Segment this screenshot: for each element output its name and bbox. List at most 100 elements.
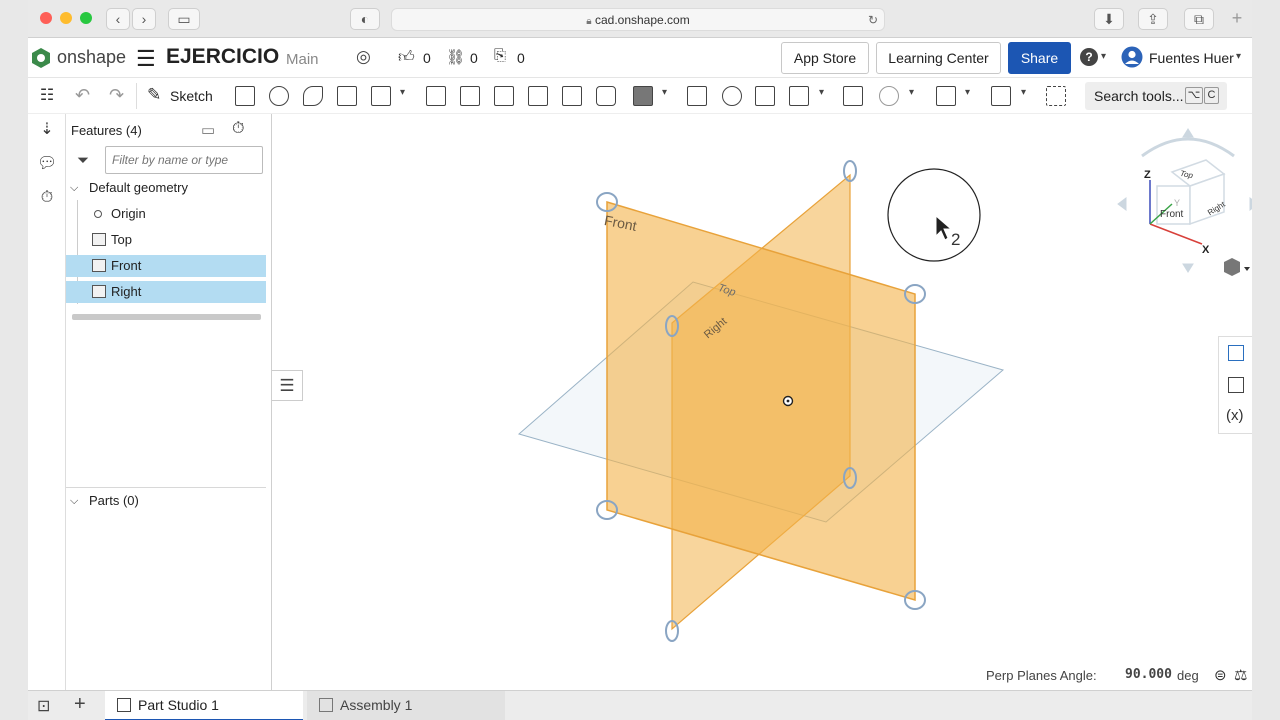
thicken-icon[interactable] [371, 86, 391, 106]
transform-icon[interactable] [789, 86, 809, 106]
copy-icon[interactable]: ⎘ [494, 47, 506, 64]
pattern-dropdown-icon[interactable]: ▾ [662, 87, 667, 98]
parts-label: Parts (0) [89, 493, 139, 508]
reload-icon[interactable]: ↻ [868, 9, 878, 31]
fillet-icon[interactable] [426, 86, 446, 106]
undo-icon[interactable]: ↶ [75, 85, 90, 106]
branch-label[interactable]: Main [286, 51, 319, 68]
pattern-icon[interactable] [633, 86, 653, 106]
sweep-icon[interactable] [303, 86, 323, 106]
new-folder-icon[interactable]: ▭ [201, 121, 215, 139]
part-studio-icon [117, 698, 131, 712]
parts-group[interactable]: ⌵ Parts (0) [66, 490, 266, 512]
extrude-icon[interactable] [235, 86, 255, 106]
privacy-shield-icon[interactable]: ◐ [350, 8, 380, 30]
rib-icon[interactable] [528, 86, 548, 106]
share-page-icon[interactable]: ⇪ [1138, 8, 1168, 30]
tab-assembly-1[interactable]: Assembly 1 [307, 691, 505, 720]
hamburger-menu-icon[interactable]: ☰ [136, 46, 156, 72]
measure-tool-icon[interactable]: ⊜ [1214, 666, 1227, 684]
forward-icon[interactable]: › [132, 8, 156, 30]
mass-properties-icon[interactable] [1228, 377, 1244, 393]
maximize-window-button[interactable] [80, 12, 92, 24]
feature-tree-panel: Features (4) ▭ ⏱ ⏷ ⌵ Default geometry Or… [66, 114, 272, 690]
close-window-button[interactable] [40, 12, 52, 24]
plane-icon[interactable] [936, 86, 956, 106]
user-dropdown-icon[interactable]: ▾ [1236, 51, 1241, 62]
address-bar[interactable]: 🔒︎ cad.onshape.com ↻ [391, 8, 885, 31]
add-variable-icon[interactable]: ⇣ [37, 120, 57, 140]
graphics-viewport[interactable]: ☰ Front Top Right 2 Top Front Right Z X … [272, 114, 1252, 690]
help-icon[interactable]: ? [1080, 48, 1098, 66]
split-icon[interactable] [755, 86, 775, 106]
origin-icon [94, 210, 102, 218]
app-store-button[interactable]: App Store [781, 42, 869, 74]
share-button[interactable]: Share [1008, 42, 1071, 74]
left-rail: ☷ ⇣ 💬︎ ⏱ [28, 87, 66, 690]
boolean-icon[interactable] [722, 86, 742, 106]
transform-dropdown-icon[interactable]: ▾ [819, 87, 824, 98]
units-scale-icon[interactable]: ⚖︎ [1234, 666, 1247, 684]
modify-dropdown-icon[interactable]: ▾ [909, 87, 914, 98]
brand-name[interactable]: onshape [57, 47, 126, 68]
learning-center-button[interactable]: Learning Center [876, 42, 1001, 74]
chamfer-icon[interactable] [460, 86, 480, 106]
cube-front-label[interactable]: Front [1160, 209, 1183, 220]
mirror-icon[interactable] [687, 86, 707, 106]
add-custom-feature-icon[interactable] [1046, 86, 1066, 106]
display-mode-cube-icon [1224, 258, 1240, 276]
chevron-down-icon[interactable]: ⌵ [70, 490, 78, 512]
help-dropdown-icon[interactable]: ▾ [1101, 51, 1106, 62]
draft-icon[interactable] [494, 86, 514, 106]
add-tab-icon[interactable]: + [74, 693, 86, 716]
redo-icon[interactable]: ↷ [109, 85, 124, 106]
lock-icon: 🔒︎ [586, 16, 592, 27]
sidebar-toggle-icon[interactable]: ▭ [168, 8, 200, 30]
search-tools-input[interactable]: Search tools... ⌥ C [1085, 82, 1227, 110]
back-icon[interactable]: ‹ [106, 8, 130, 30]
car-preview-icon[interactable]: ⊡ [37, 696, 50, 716]
sheet-metal-icon[interactable] [991, 86, 1011, 106]
tree-item-origin[interactable]: Origin [66, 203, 266, 225]
tab-part-studio-1[interactable]: Part Studio 1 [105, 691, 303, 720]
comments-icon[interactable]: 💬︎ [37, 154, 57, 174]
sketch-button[interactable]: Sketch [170, 88, 213, 104]
tree-item-top[interactable]: Top [66, 229, 266, 251]
document-title[interactable]: EJERCICIO [166, 45, 279, 69]
hole-icon[interactable] [596, 86, 616, 106]
downloads-icon[interactable]: ⬇ [1094, 8, 1124, 30]
toolbar-divider [136, 83, 137, 109]
rollback-timer-icon[interactable]: ⏱ [232, 120, 244, 138]
filter-icon[interactable]: ⏷ [77, 152, 89, 169]
panel-divider[interactable] [66, 487, 266, 488]
new-tab-icon[interactable]: + [1226, 8, 1248, 30]
sheet-metal-dropdown-icon[interactable]: ▾ [1021, 87, 1026, 98]
tree-item-label: Front [111, 258, 142, 273]
delete-part-icon[interactable] [843, 86, 863, 106]
feature-list-icon[interactable]: ☷ [37, 86, 57, 106]
tree-item-right[interactable]: Right [66, 281, 266, 303]
tabs-overview-icon[interactable]: ⧉ [1184, 8, 1214, 30]
plane-dropdown-icon[interactable]: ▾ [965, 87, 970, 98]
tree-item-front[interactable]: Front [66, 255, 266, 277]
globe-icon[interactable]: ◎ [356, 47, 371, 67]
chevron-down-icon[interactable]: ⌵ [70, 177, 78, 199]
like-icon[interactable]: 👍︎ [398, 48, 415, 67]
pencil-icon: ✎ [147, 85, 162, 104]
shell-icon[interactable] [562, 86, 582, 106]
minimize-window-button[interactable] [60, 12, 72, 24]
link-icon[interactable]: ⛓︎ [446, 48, 465, 66]
variables-icon[interactable]: (x) [1226, 407, 1244, 424]
thicken-dropdown-icon[interactable]: ▾ [400, 87, 405, 98]
default-geometry-group[interactable]: ⌵ Default geometry [66, 177, 266, 199]
feature-filter-input[interactable] [105, 146, 263, 174]
loft-icon[interactable] [337, 86, 357, 106]
user-name[interactable]: Fuentes Huer [1149, 50, 1234, 66]
revolve-icon[interactable] [269, 86, 289, 106]
rollback-bar[interactable] [72, 314, 261, 320]
appearance-panel-icon[interactable] [1228, 345, 1244, 361]
history-icon[interactable]: ⏱ [37, 188, 57, 208]
shortcut-c-key: C [1204, 87, 1219, 104]
modify-fillet-icon[interactable] [879, 86, 899, 106]
user-avatar-icon[interactable] [1121, 46, 1143, 68]
